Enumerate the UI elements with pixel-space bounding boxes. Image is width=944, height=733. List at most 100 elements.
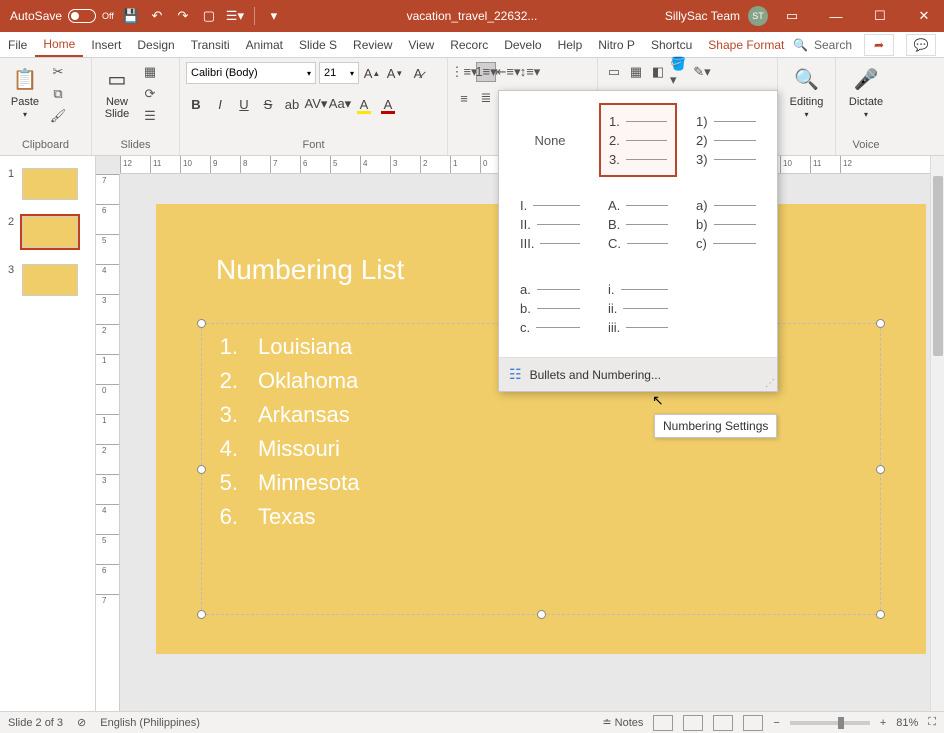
tab-insert[interactable]: Insert <box>83 32 129 57</box>
slide-title[interactable]: Numbering List <box>216 254 404 286</box>
shape-outline-icon[interactable]: ✎▾ <box>692 62 712 82</box>
numbering-arabic-dot[interactable]: 1. 2. 3. <box>599 103 677 177</box>
bullets-and-numbering-item[interactable]: ☷ Bullets and Numbering... ⋰ <box>499 357 777 391</box>
slideshow-view-icon[interactable] <box>743 715 763 731</box>
format-painter-icon[interactable]: 🖌 <box>48 106 68 126</box>
cut-icon[interactable]: ✂ <box>48 62 68 82</box>
language-label[interactable]: English (Philippines) <box>100 717 200 729</box>
sorter-view-icon[interactable] <box>683 715 703 731</box>
arrange-icon[interactable]: ▦ <box>626 62 646 82</box>
autosave-toggle[interactable]: AutoSave Off <box>10 9 114 23</box>
zoom-out-icon[interactable]: − <box>773 717 779 729</box>
thumb-3[interactable]: 3 <box>0 260 95 300</box>
italic-button[interactable]: I <box>210 94 230 114</box>
normal-view-icon[interactable] <box>653 715 673 731</box>
layout-icon[interactable]: ▦ <box>140 62 160 82</box>
tab-transitions[interactable]: Transiti <box>183 32 238 57</box>
numbering-roman-upper[interactable]: I. II. III. <box>511 187 589 261</box>
zoom-level[interactable]: 81% <box>896 717 918 729</box>
underline-button[interactable]: U <box>234 94 254 114</box>
char-spacing-icon[interactable]: AV▾ <box>306 94 326 114</box>
numbering-roman-lower[interactable]: i. ii. iii. <box>599 271 677 345</box>
dictate-button[interactable]: 🎤 Dictate▾ <box>842 62 890 121</box>
tab-home[interactable]: Home <box>35 32 83 57</box>
numbering-alpha-lower-paren[interactable]: a) b) c) <box>687 187 765 261</box>
section-icon[interactable]: ☰ <box>140 106 160 126</box>
font-color-icon[interactable]: A <box>378 94 398 114</box>
ribbon-display-icon[interactable]: ▭ <box>772 0 812 32</box>
change-case-icon[interactable]: Aa▾ <box>330 94 350 114</box>
tab-slideshow[interactable]: Slide S <box>291 32 345 57</box>
list-item[interactable]: 6.Texas <box>214 504 868 530</box>
numbering-arabic-paren[interactable]: 1) 2) 3) <box>687 103 765 177</box>
minimize-icon[interactable]: — <box>816 0 856 32</box>
save-icon[interactable]: 💾 <box>122 7 140 25</box>
thumb-2[interactable]: 2 <box>0 212 95 252</box>
align-center-icon[interactable]: ≣ <box>476 88 496 108</box>
numbering-none[interactable]: None <box>511 103 589 177</box>
list-icon[interactable]: ☰▾ <box>226 7 244 25</box>
search-icon[interactable]: 🔍 <box>793 38 808 52</box>
indent-decrease-icon[interactable]: ⇤≡▾ <box>498 62 518 82</box>
tab-animations[interactable]: Animat <box>238 32 291 57</box>
increase-font-icon[interactable]: A▲ <box>362 63 382 83</box>
vertical-scrollbar[interactable] <box>930 156 944 711</box>
list-item[interactable]: 5.Minnesota <box>214 470 868 496</box>
user-avatar[interactable]: ST <box>748 6 768 26</box>
shapes-icon[interactable]: ▭ <box>604 62 624 82</box>
align-left-icon[interactable]: ≡ <box>454 88 474 108</box>
numbering-alpha-upper[interactable]: A. B. C. <box>599 187 677 261</box>
share-button[interactable]: ➦ <box>864 34 894 56</box>
paste-button[interactable]: 📋 Paste▾ <box>6 62 44 121</box>
font-size-select[interactable]: 21▾ <box>319 62 359 84</box>
fit-to-window-icon[interactable]: ⛶ <box>928 716 936 729</box>
bullets-icon[interactable]: ⋮≡▾ <box>454 62 474 82</box>
maximize-icon[interactable]: ☐ <box>860 0 900 32</box>
numbering-icon[interactable]: 1≡▾ <box>476 62 496 82</box>
present-icon[interactable]: ▢ <box>200 7 218 25</box>
font-group-label: Font <box>186 139 441 153</box>
tab-shape-format[interactable]: Shape Format <box>700 32 792 57</box>
bold-button[interactable]: B <box>186 94 206 114</box>
list-item[interactable]: 4.Missouri <box>214 436 868 462</box>
mic-icon: 🎤 <box>851 64 881 94</box>
copy-icon[interactable]: ⧉ <box>48 84 68 104</box>
new-slide-button[interactable]: ▭ New Slide <box>98 62 136 122</box>
close-icon[interactable]: ✕ <box>904 0 944 32</box>
shadow-button[interactable]: ab <box>282 94 302 114</box>
decrease-font-icon[interactable]: A▼ <box>385 63 405 83</box>
tab-nitro[interactable]: Nitro P <box>590 32 643 57</box>
tab-developer[interactable]: Develo <box>496 32 549 57</box>
zoom-slider[interactable] <box>790 721 870 725</box>
resize-grip-icon[interactable]: ⋰ <box>765 378 775 389</box>
qat-more-icon[interactable]: ▾ <box>265 7 283 25</box>
line-spacing-icon[interactable]: ↕≡▾ <box>520 62 540 82</box>
tab-view[interactable]: View <box>400 32 442 57</box>
reset-icon[interactable]: ⟳ <box>140 84 160 104</box>
search-label[interactable]: Search <box>814 38 852 52</box>
undo-icon[interactable]: ↶ <box>148 7 166 25</box>
slide-thumbnails-panel[interactable]: 1 2 3 <box>0 156 96 711</box>
tab-help[interactable]: Help <box>550 32 591 57</box>
quick-styles-icon[interactable]: ◧ <box>648 62 668 82</box>
slide-position[interactable]: Slide 2 of 3 <box>8 717 63 729</box>
notes-toggle[interactable]: ≐ Notes <box>602 716 643 729</box>
editing-button[interactable]: 🔍 Editing▾ <box>784 62 829 121</box>
tab-design[interactable]: Design <box>129 32 182 57</box>
numbering-alpha-lower-dot[interactable]: a. b. c. <box>511 271 589 345</box>
shape-fill-icon[interactable]: 🪣▾ <box>670 62 690 82</box>
font-name-select[interactable]: Calibri (Body)▾ <box>186 62 316 84</box>
zoom-in-icon[interactable]: + <box>880 717 886 729</box>
comments-button[interactable]: 💬 <box>906 34 936 56</box>
tab-shortcut[interactable]: Shortcu <box>643 32 700 57</box>
reading-view-icon[interactable] <box>713 715 733 731</box>
accessibility-icon[interactable]: ⊘ <box>77 716 86 729</box>
thumb-1[interactable]: 1 <box>0 164 95 204</box>
tab-file[interactable]: File <box>0 32 35 57</box>
highlight-icon[interactable]: A <box>354 94 374 114</box>
redo-icon[interactable]: ↷ <box>174 7 192 25</box>
tab-review[interactable]: Review <box>345 32 400 57</box>
strike-button[interactable]: S <box>258 94 278 114</box>
clear-format-icon[interactable]: A̷ <box>408 63 428 83</box>
tab-recording[interactable]: Recorc <box>442 32 496 57</box>
